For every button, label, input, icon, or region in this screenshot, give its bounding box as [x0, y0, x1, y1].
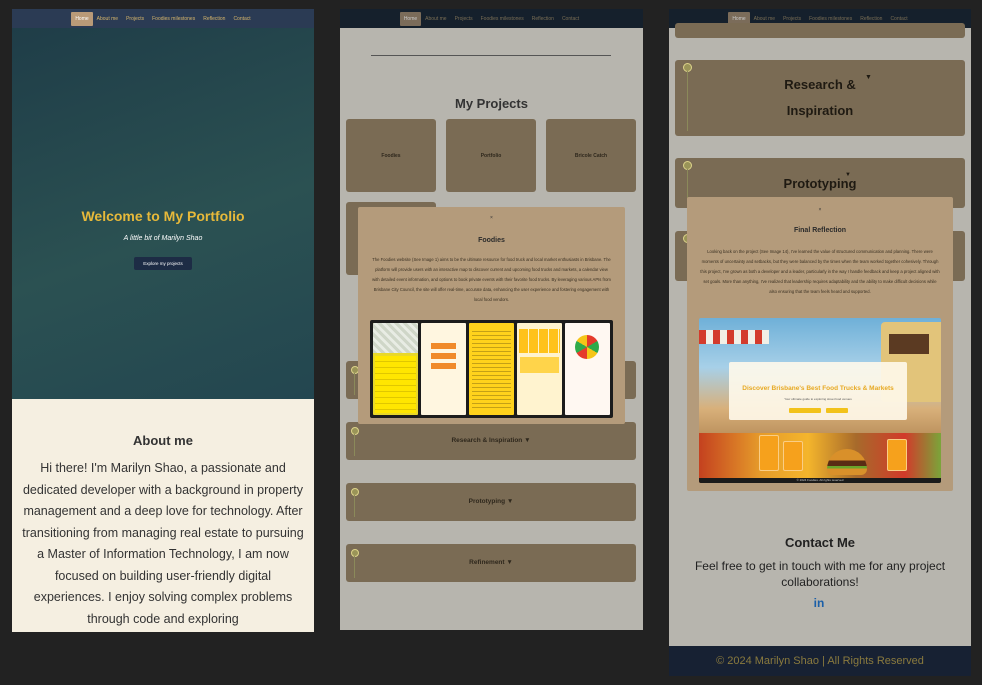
screenshot-map [373, 323, 418, 415]
nav-reflection[interactable]: Reflection [199, 12, 229, 26]
timeline-line [354, 373, 355, 395]
modal-text: The Foodies website (See Image 1) aims t… [372, 257, 611, 302]
milestone-label: Prototyping ▼ [468, 498, 514, 505]
milestone-prototyping[interactable]: Prototyping ▼ [346, 483, 636, 521]
image-footer: © 2024 Foodies. All rights reserved [699, 478, 941, 483]
banner-button [789, 408, 821, 413]
hero-banner: Discover Brisbane's Best Food Trucks & M… [729, 362, 907, 420]
timeline-dot-icon [351, 549, 359, 557]
modal-title: Foodies [478, 237, 505, 244]
modal-title: Final Reflection [793, 227, 847, 234]
chevron-down-icon: ▼ [865, 74, 872, 81]
about-text: Hi there! I'm Marilyn Shao, a passionate… [22, 461, 304, 626]
nav-about[interactable]: About me [93, 12, 122, 26]
reflection-view: Home About me Projects Foodies milestone… [669, 9, 971, 676]
chevron-down-icon: ▼ [506, 559, 513, 566]
milestone-label: Research & [784, 77, 856, 92]
nav-projects[interactable]: Projects [451, 12, 477, 26]
nav-milestones[interactable]: Foodies milestones [477, 12, 528, 26]
close-icon[interactable]: × [358, 215, 625, 221]
milestone-label: Refinement ▼ [469, 559, 513, 566]
projects-view: Home About me Projects Foodies milestone… [340, 9, 643, 630]
top-nav: Home About me Projects Foodies milestone… [340, 9, 643, 28]
about-section: About me Hi there! I'm Marilyn Shao, a p… [12, 399, 314, 632]
home-view: Home About me Projects Foodies milestone… [12, 9, 314, 632]
explore-projects-button[interactable]: Explore my projects [134, 257, 192, 270]
nav-reflection[interactable]: Reflection [528, 12, 558, 26]
projects-title: My Projects [455, 96, 528, 111]
screenshot-login [421, 323, 466, 415]
footer: © 2024 Marilyn Shao | All Rights Reserve… [669, 646, 971, 676]
milestone-label: Prototyping [783, 176, 857, 191]
milestone-research[interactable]: Research & Inspiration ▼ [675, 60, 965, 136]
project-card-bricole-catch[interactable]: Bricole Catch [546, 119, 636, 192]
chevron-down-icon: ▼ [524, 437, 531, 444]
hero-section: Welcome to My Portfolio A little bit of … [12, 28, 314, 399]
milestone-research[interactable]: Research & Inspiration ▼ [346, 422, 636, 460]
close-icon[interactable]: × [687, 207, 953, 213]
modal-text: Looking back on the project (See Image 1… [700, 249, 940, 294]
screenshot-gallery [370, 320, 613, 418]
contact-title: Contact Me [784, 535, 856, 550]
timeline-dot-icon [351, 488, 359, 496]
chevron-down-icon: ▼ [845, 172, 851, 178]
project-card-portfolio[interactable]: Portfolio [446, 119, 536, 192]
nav-contact[interactable]: Contact [558, 12, 583, 26]
screenshot-list [469, 323, 514, 415]
top-nav: Home About me Projects Foodies milestone… [12, 9, 314, 28]
banner-title: Discover Brisbane's Best Food Trucks & M… [742, 385, 894, 392]
nav-milestones[interactable]: Foodies milestones [148, 12, 199, 26]
about-title: About me [133, 433, 193, 448]
nav-about[interactable]: About me [421, 12, 450, 26]
divider [371, 55, 611, 56]
project-modal: × Foodies The Foodies website (See Image… [358, 207, 625, 424]
nav-projects[interactable]: Projects [122, 12, 148, 26]
timeline-dot-icon [351, 427, 359, 435]
linkedin-icon[interactable]: in [812, 596, 826, 610]
screenshot-calendar [517, 323, 562, 415]
milestone-refinement[interactable]: Refinement ▼ [346, 544, 636, 582]
hero-title: Welcome to My Portfolio [81, 208, 245, 224]
chevron-down-icon: ▼ [506, 498, 514, 505]
hero-subtitle: A little bit of Marilyn Shao [123, 235, 203, 242]
food-truck-image: Discover Brisbane's Best Food Trucks & M… [699, 318, 941, 483]
nav-home[interactable]: Home [399, 11, 422, 26]
contact-text: Feel free to get in touch with me for an… [694, 559, 946, 589]
reflection-modal: × Final Reflection Looking back on the p… [687, 197, 953, 491]
milestone-item[interactable] [675, 23, 965, 38]
banner-button [826, 408, 848, 413]
project-card-foodies[interactable]: Foodies [346, 119, 436, 192]
milestone-label: Research & Inspiration ▼ [451, 437, 531, 444]
banner-subtitle: Your ultimate guide to exploring street … [784, 397, 852, 401]
milestone-label: Inspiration [786, 103, 854, 118]
screenshot-wheel [565, 323, 610, 415]
nav-home[interactable]: Home [71, 11, 93, 26]
nav-contact[interactable]: Contact [229, 12, 254, 26]
